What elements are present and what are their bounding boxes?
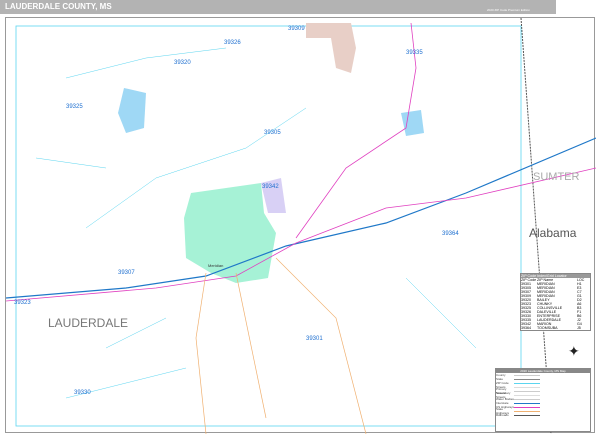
- zip-label: 39364: [442, 231, 459, 237]
- compass-rose-icon: ✦: [568, 343, 580, 359]
- legend-swatch: [514, 382, 540, 384]
- zip-label: 39309: [288, 26, 305, 32]
- legend-swatch: [514, 374, 540, 376]
- zip-label: 39330: [74, 390, 91, 396]
- edition-label: 2020 ZIP Code Premium Edition: [487, 8, 530, 12]
- legend-swatch: [514, 410, 540, 412]
- legend-swatch: [514, 378, 540, 380]
- legend-swatch: [514, 402, 540, 404]
- publisher-logo: [556, 0, 600, 14]
- legend-swatch: [514, 398, 540, 400]
- interstate-highway: [5, 137, 597, 299]
- zip-label: 39320: [174, 60, 191, 66]
- zip-label: 39335: [406, 50, 423, 56]
- table-row: 39364 TOOMSUBA J5: [521, 326, 581, 330]
- state-highway: [195, 257, 367, 435]
- state-label: Alabama: [529, 226, 577, 240]
- header-bar: LAUDERDALE COUNTY, MS 2020 ZIP Code Prem…: [0, 0, 600, 14]
- meridian-urban-area: [184, 183, 276, 283]
- legend-swatch: [514, 390, 540, 392]
- legend-swatch: [514, 414, 540, 416]
- zip-label: 39307: [118, 270, 135, 276]
- zip-label: 39323: [14, 300, 31, 306]
- zip-label: 39325: [66, 104, 83, 110]
- zip-label: 39342: [262, 184, 279, 190]
- us-highway: [5, 167, 597, 302]
- lake: [401, 110, 424, 136]
- zip-label: 39305: [264, 130, 281, 136]
- us-highway: [295, 22, 417, 239]
- neighbor-county-label: SUMTER: [533, 171, 580, 183]
- county-label: LAUDERDALE: [48, 316, 129, 330]
- city-label: Meridian: [208, 263, 224, 268]
- map-legend: 2020 Lauderdale County, MS Map County Sta…: [495, 368, 591, 432]
- zip-index-table: ZIP Code Index/Grid Locator ZIP Code ZIP …: [520, 273, 591, 331]
- legend-swatch: [514, 386, 540, 388]
- legend-item: Railroads: [496, 413, 590, 417]
- map-title: LAUDERDALE COUNTY, MS: [5, 2, 112, 11]
- legend-swatch: [514, 406, 540, 408]
- zip-label: 39301: [306, 336, 323, 342]
- legend-swatch: [514, 394, 540, 396]
- military-area: [306, 23, 356, 73]
- lake: [118, 88, 146, 133]
- zip-label: 39326: [224, 40, 241, 46]
